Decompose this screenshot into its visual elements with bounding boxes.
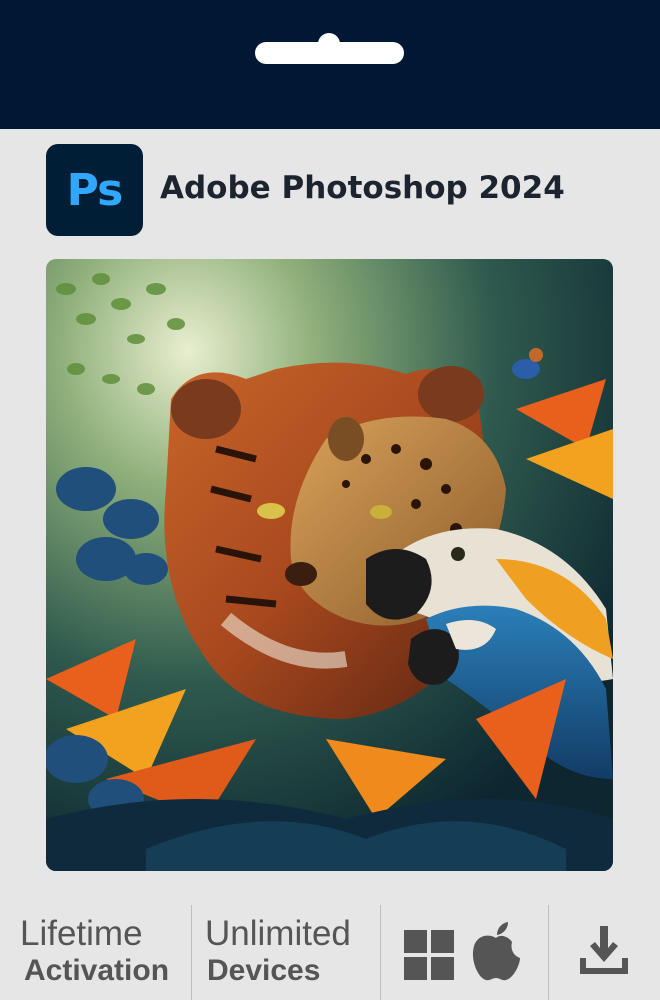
feature-unlimited-devices: Unlimited Devices bbox=[205, 900, 375, 1000]
feature-line-2: Devices bbox=[207, 954, 321, 987]
feature-lifetime-activation: Lifetime Activation bbox=[20, 900, 185, 1000]
divider bbox=[380, 905, 381, 1000]
divider bbox=[548, 905, 549, 1000]
feature-line-1: Unlimited bbox=[205, 914, 351, 953]
windows-icon bbox=[404, 930, 454, 980]
photoshop-logo-text: Ps bbox=[66, 164, 124, 216]
download-icon bbox=[580, 926, 628, 974]
product-artwork bbox=[46, 259, 613, 871]
feature-line-2: Activation bbox=[24, 954, 170, 987]
photoshop-logo: Ps bbox=[46, 144, 143, 236]
divider bbox=[191, 905, 192, 1000]
apple-icon bbox=[472, 922, 520, 981]
feature-line-1: Lifetime bbox=[20, 914, 143, 953]
feature-bar: Lifetime Activation Unlimited Devices bbox=[0, 900, 660, 1000]
card-header bbox=[0, 0, 660, 129]
hanger-knob bbox=[318, 33, 340, 55]
product-title: Adobe Photoshop 2024 bbox=[160, 170, 565, 206]
